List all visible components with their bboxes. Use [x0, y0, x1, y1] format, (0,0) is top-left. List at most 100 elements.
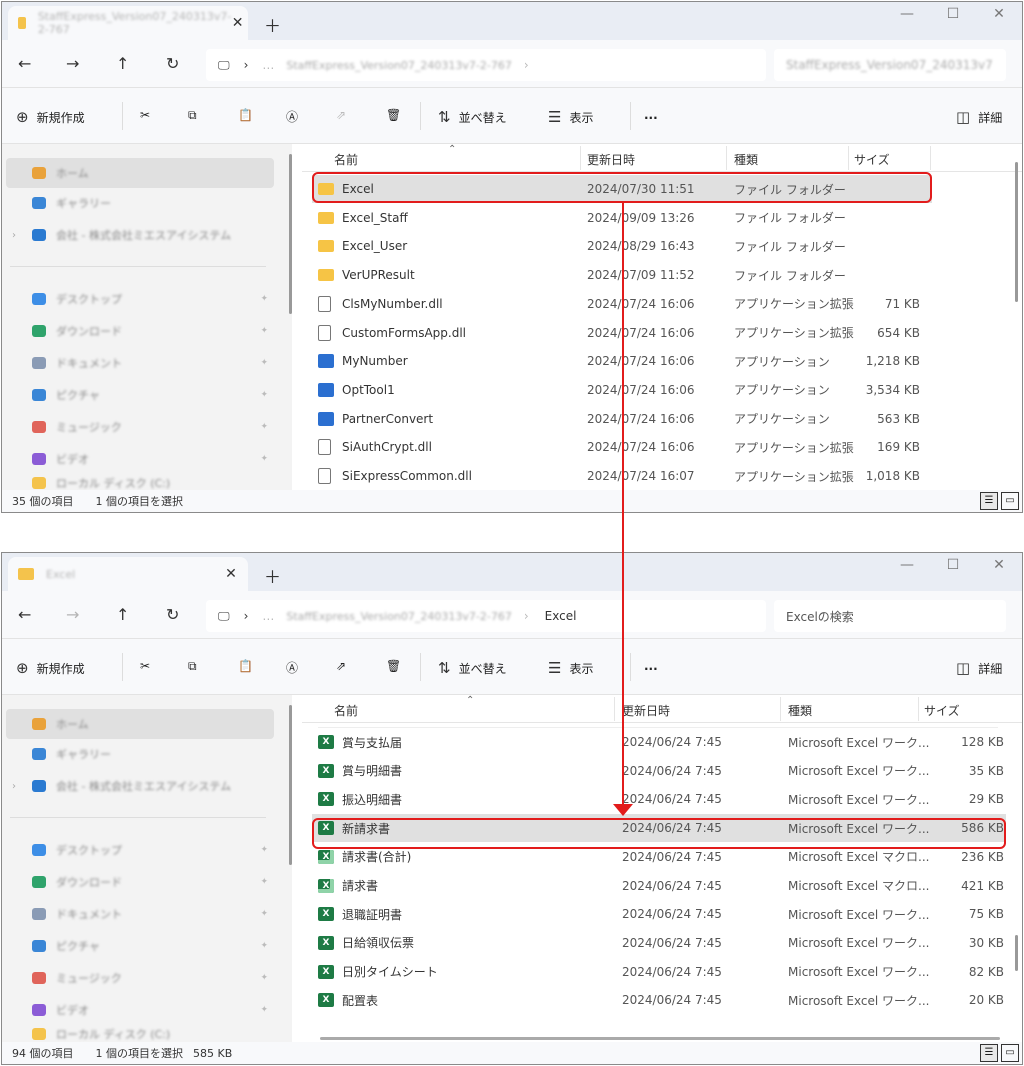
file-row[interactable]: X 請求書 2024/06/24 7:45 Microsoft Excel マクロ..…: [312, 872, 1006, 900]
share-icon[interactable]: ⇗: [336, 108, 346, 122]
nav-item-documents[interactable]: ドキュメント ✦: [6, 348, 274, 378]
sort-button[interactable]: ⇅ 並べ替え: [438, 108, 507, 126]
copy-icon[interactable]: ⧉: [188, 108, 197, 123]
delete-icon[interactable]: 🗑: [386, 659, 401, 673]
pin-icon[interactable]: ✦: [260, 941, 268, 951]
share-icon[interactable]: ⇗: [336, 659, 346, 673]
column-divider[interactable]: [848, 146, 849, 170]
column-name[interactable]: 名前: [334, 151, 358, 168]
pin-icon[interactable]: ✦: [260, 877, 268, 887]
nav-item-home[interactable]: ホーム: [6, 158, 274, 188]
close-tab-icon[interactable]: ✕: [231, 15, 244, 31]
nav-item-onedrive[interactable]: › 会社 - 株式会社ミエスアイシステム: [6, 220, 274, 250]
large-icons-view-icon[interactable]: ▭: [1001, 492, 1019, 510]
breadcrumb-current[interactable]: Excel: [545, 609, 577, 623]
details-view-icon[interactable]: ☰: [980, 1044, 998, 1062]
pin-icon[interactable]: ✦: [260, 422, 268, 432]
pin-icon[interactable]: ✦: [260, 358, 268, 368]
column-modified[interactable]: 更新日時: [587, 151, 635, 168]
sort-button[interactable]: ⇅ 並べ替え: [438, 659, 507, 677]
forward-arrow-icon[interactable]: →: [66, 605, 79, 624]
paste-icon[interactable]: 📋: [238, 108, 253, 122]
file-row[interactable]: X 日給領収伝票 2024/06/24 7:45 Microsoft Excel ワー…: [312, 929, 1006, 957]
pin-icon[interactable]: ✦: [260, 326, 268, 336]
details-button[interactable]: ◫ 詳細: [956, 108, 1002, 126]
nav-item-videos[interactable]: ビデオ ✦: [6, 995, 274, 1025]
tab-staffexpress[interactable]: StaffExpress_Version07_240313v7-2-767 ✕: [8, 6, 248, 40]
view-button[interactable]: ☰ 表示: [548, 108, 593, 126]
cut-icon[interactable]: ✂: [140, 659, 150, 673]
nav-item-downloads[interactable]: ダウンロード ✦: [6, 316, 274, 346]
search-input[interactable]: StaffExpress_Version07_240313v7: [774, 49, 1006, 81]
back-arrow-icon[interactable]: ←: [18, 605, 31, 624]
pin-icon[interactable]: ✦: [260, 845, 268, 855]
file-row[interactable]: X 日別タイムシート 2024/06/24 7:45 Microsoft Excel …: [312, 958, 1006, 986]
rename-icon[interactable]: Ⓐ: [286, 108, 298, 125]
column-divider[interactable]: [614, 697, 615, 721]
nav-item-desktop[interactable]: デスクトップ ✦: [6, 835, 274, 865]
column-modified[interactable]: 更新日時: [622, 702, 670, 719]
nav-item-drive[interactable]: ローカル ディスク (C:): [6, 1025, 274, 1043]
column-divider[interactable]: [726, 146, 727, 170]
breadcrumb-path[interactable]: StaffExpress_Version07_240313v7-2-767: [286, 610, 511, 623]
file-row[interactable]: X 賞与明細書 2024/06/24 7:45 Microsoft Excel ワーク…: [312, 757, 1006, 785]
nav-scrollbar[interactable]: [289, 154, 292, 314]
file-row[interactable]: X 退職証明書 2024/06/24 7:45 Microsoft Excel ワーク…: [312, 900, 1006, 928]
refresh-icon[interactable]: ↻: [166, 54, 179, 73]
new-button[interactable]: ⊕ 新規作成: [16, 659, 85, 677]
pin-icon[interactable]: ✦: [260, 973, 268, 983]
pin-icon[interactable]: ✦: [260, 909, 268, 919]
more-options-button[interactable]: ...: [644, 108, 658, 122]
up-arrow-icon[interactable]: ↑: [116, 605, 129, 624]
nav-item-home[interactable]: ホーム: [6, 709, 274, 739]
paste-icon[interactable]: 📋: [238, 659, 253, 673]
nav-scrollbar[interactable]: [289, 705, 292, 865]
column-divider[interactable]: [580, 146, 581, 170]
cut-icon[interactable]: ✂: [140, 108, 150, 122]
column-size[interactable]: サイズ: [924, 702, 960, 719]
details-button[interactable]: ◫ 詳細: [956, 659, 1002, 677]
up-arrow-icon[interactable]: ↑: [116, 54, 129, 73]
chevron-right-icon[interactable]: ›: [12, 230, 16, 241]
list-scrollbar[interactable]: [1015, 935, 1018, 971]
nav-item-music[interactable]: ミュージック ✦: [6, 412, 274, 442]
nav-item-gallery[interactable]: ギャラリー: [6, 739, 274, 769]
horizontal-scrollbar[interactable]: [320, 1037, 1000, 1040]
column-size[interactable]: サイズ: [854, 151, 890, 168]
file-row[interactable]: X 賞与支払届 2024/06/24 7:45 Microsoft Excel ワーク…: [312, 728, 1006, 756]
pin-icon[interactable]: ✦: [260, 1005, 268, 1015]
column-type[interactable]: 種類: [788, 702, 812, 719]
new-button[interactable]: ⊕ 新規作成: [16, 108, 85, 126]
nav-item-pictures[interactable]: ピクチャ ✦: [6, 380, 274, 410]
search-input[interactable]: Excelの検索: [774, 600, 1006, 632]
file-row[interactable]: X 振込明細書 2024/06/24 7:45 Microsoft Excel ワーク…: [312, 785, 1006, 813]
pin-icon[interactable]: ✦: [260, 294, 268, 304]
nav-item-documents[interactable]: ドキュメント ✦: [6, 899, 274, 929]
pin-icon[interactable]: ✦: [260, 454, 268, 464]
refresh-icon[interactable]: ↻: [166, 605, 179, 624]
nav-item-gallery[interactable]: ギャラリー: [6, 188, 274, 218]
address-bar[interactable]: 🖵 › … StaffExpress_Version07_240313v7-2-…: [206, 49, 766, 81]
nav-item-onedrive[interactable]: › 会社 - 株式会社ミエスアイシステム: [6, 771, 274, 801]
file-row[interactable]: X 配置表 2024/06/24 7:45 Microsoft Excel ワーク..…: [312, 986, 1006, 1014]
column-type[interactable]: 種類: [734, 151, 758, 168]
details-view-icon[interactable]: ☰: [980, 492, 998, 510]
nav-item-pictures[interactable]: ピクチャ ✦: [6, 931, 274, 961]
view-button[interactable]: ☰ 表示: [548, 659, 593, 677]
rename-icon[interactable]: Ⓐ: [286, 659, 298, 676]
column-divider[interactable]: [918, 697, 919, 721]
nav-item-music[interactable]: ミュージック ✦: [6, 963, 274, 993]
close-tab-icon[interactable]: ✕: [218, 566, 244, 582]
back-arrow-icon[interactable]: ←: [18, 54, 31, 73]
large-icons-view-icon[interactable]: ▭: [1001, 1044, 1019, 1062]
maximize-button[interactable]: ☐: [930, 557, 976, 573]
new-tab-button[interactable]: ＋: [264, 12, 281, 37]
list-scrollbar[interactable]: [1015, 162, 1018, 302]
minimize-button[interactable]: —: [884, 557, 930, 573]
minimize-button[interactable]: —: [884, 6, 930, 22]
maximize-button[interactable]: ☐: [930, 6, 976, 22]
close-window-button[interactable]: ✕: [976, 6, 1022, 22]
copy-icon[interactable]: ⧉: [188, 659, 197, 674]
column-divider[interactable]: [780, 697, 781, 721]
more-options-button[interactable]: ...: [644, 659, 658, 673]
